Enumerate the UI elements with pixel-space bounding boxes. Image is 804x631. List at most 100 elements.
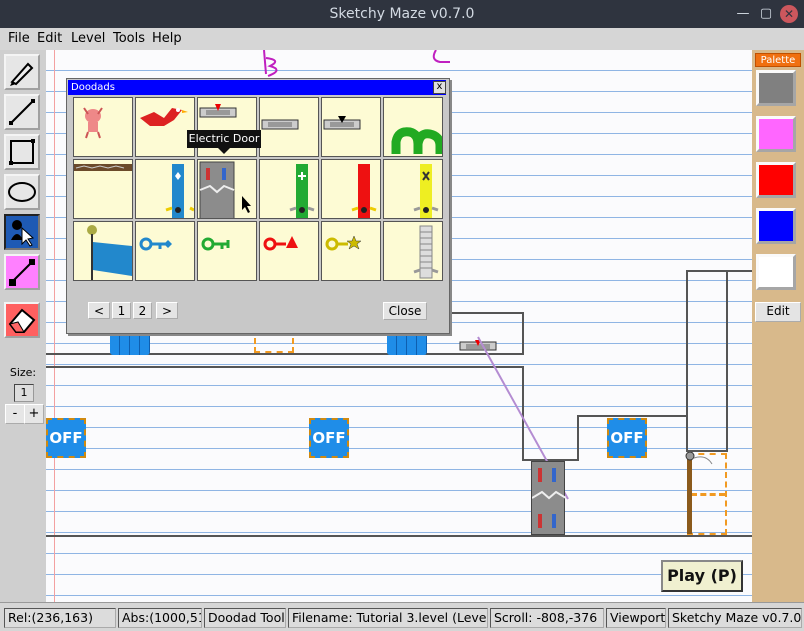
window-close-button[interactable]: ✕: [780, 5, 798, 23]
pencil-tool-button[interactable]: [4, 54, 40, 90]
electric-door-doodad[interactable]: [531, 461, 566, 535]
blue-key-doodad-tile[interactable]: [135, 221, 195, 281]
green-door-doodad-tile[interactable]: [259, 159, 319, 219]
blue-key-icon: [139, 237, 172, 251]
red-bird-icon: [140, 108, 188, 126]
red-key-icon: [263, 236, 298, 251]
swatch-white[interactable]: [756, 254, 796, 290]
sticky-button-doodad-tile[interactable]: [259, 97, 319, 157]
size-increase-button[interactable]: +: [24, 404, 44, 424]
menu-file[interactable]: File: [8, 31, 30, 46]
menu-bar: File Edit Level Tools Help: [0, 28, 804, 51]
menu-edit[interactable]: Edit: [37, 31, 62, 46]
brush-size-value: 1: [14, 384, 34, 402]
azulian-icon: [83, 107, 103, 139]
sticky-button-icon: [261, 119, 299, 130]
color-palette-panel: Palette Edit: [752, 50, 804, 602]
page-prev-button[interactable]: <: [88, 302, 110, 319]
gate-icon: [413, 225, 439, 279]
doodad-tool-button[interactable]: [4, 214, 40, 250]
trapdoor-doodad-tile[interactable]: [73, 159, 133, 219]
wall-segment: [577, 415, 687, 417]
off-block[interactable]: OFF: [607, 418, 647, 458]
page-2-button[interactable]: 2: [133, 302, 152, 319]
yellow-key-icon: [325, 235, 362, 251]
play-button[interactable]: Play (P): [661, 560, 743, 592]
status-viewport: Viewport:: [606, 608, 666, 628]
electric-door-icon: [199, 161, 251, 218]
red-locked-door-icon: [351, 164, 377, 218]
wall-segment: [726, 270, 728, 452]
yellow-key-doodad-tile[interactable]: [321, 221, 381, 281]
wall-segment: [577, 415, 579, 461]
line-tool-button[interactable]: [4, 94, 40, 130]
size-decrease-button[interactable]: -: [5, 404, 25, 424]
blue-door-doodad-tile[interactable]: [135, 159, 195, 219]
doodads-close-x-button[interactable]: x: [433, 81, 446, 94]
off-block[interactable]: OFF: [46, 418, 86, 458]
trapdoor-doodad[interactable]: [684, 452, 720, 536]
wall-segment: [728, 270, 752, 272]
doodads-window: Doodads x < 1 2 > Close: [66, 78, 450, 334]
doodads-title: Doodads: [68, 80, 446, 95]
menu-help[interactable]: Help: [152, 31, 182, 46]
blue-button-doodad-tile[interactable]: [321, 97, 381, 157]
eraser-icon: [8, 308, 36, 333]
swatch-pink[interactable]: [756, 116, 796, 152]
green-key-doodad-tile[interactable]: [197, 221, 257, 281]
doodad-tooltip: Electric Door: [187, 130, 261, 148]
bird-doodad-tile[interactable]: [135, 97, 195, 157]
off-block[interactable]: OFF: [309, 418, 349, 458]
yellow-door-doodad-tile[interactable]: [383, 159, 443, 219]
green-snake-doodad-tile[interactable]: [383, 97, 443, 157]
maximize-button[interactable]: ▢: [757, 5, 775, 23]
yellow-locked-door-icon: [413, 164, 439, 218]
blue-locked-door-icon: [165, 164, 194, 218]
eraser-tool-button[interactable]: [4, 302, 40, 338]
rectangle-icon: [9, 139, 35, 165]
doodad-cursor-icon: [11, 220, 35, 247]
swatch-blue[interactable]: [756, 208, 796, 244]
brush-size-label: Size:: [9, 366, 37, 379]
palette-title: Palette: [755, 53, 801, 67]
doodads-close-button[interactable]: Close: [383, 302, 427, 320]
wall-segment: [686, 270, 728, 272]
line-icon: [9, 99, 35, 125]
green-locked-door-icon: [289, 164, 315, 218]
ellipse-tool-button[interactable]: [4, 174, 40, 210]
page-next-button[interactable]: >: [156, 302, 178, 319]
exit-flag-doodad-tile[interactable]: [73, 221, 133, 281]
page-1-button[interactable]: 1: [112, 302, 131, 319]
pencil-icon: [10, 62, 34, 86]
tooltip-pointer: [218, 148, 230, 154]
pink-scribble-2: [432, 50, 450, 63]
status-filename: Filename: Tutorial 3.level (Level): [288, 608, 488, 628]
azulian-doodad-tile[interactable]: [73, 97, 133, 157]
wall-segment: [46, 366, 522, 368]
swatch-red[interactable]: [756, 162, 796, 198]
green-key-icon: [201, 237, 230, 251]
menu-level[interactable]: Level: [71, 31, 105, 46]
blue-button-icon: [323, 116, 361, 130]
palette-edit-button[interactable]: Edit: [755, 302, 801, 322]
status-relative-coords: Rel:(236,163): [4, 608, 116, 628]
pink-scribble: [263, 50, 278, 77]
floor-line: [46, 535, 752, 537]
gate-doodad-tile[interactable]: [383, 221, 443, 281]
red-key-doodad-tile[interactable]: [259, 221, 319, 281]
window-title: Sketchy Maze v0.7.0: [329, 6, 475, 22]
rectangle-tool-button[interactable]: [4, 134, 40, 170]
link-tool-button[interactable]: [4, 254, 40, 290]
swatch-gray[interactable]: [756, 70, 796, 106]
electric-door-doodad-tile[interactable]: [197, 159, 257, 219]
wall-segment: [446, 312, 524, 314]
status-scroll: Scroll: -808,-376: [490, 608, 604, 628]
notebook-margin-line: [54, 50, 55, 602]
green-snake-icon: [391, 127, 442, 154]
minimize-button[interactable]: —: [734, 5, 752, 23]
ellipse-icon: [8, 182, 36, 202]
status-version: Sketchy Maze v0.7.0 3: [668, 608, 802, 628]
red-door-doodad-tile[interactable]: [321, 159, 381, 219]
wall-segment: [686, 270, 688, 452]
menu-tools[interactable]: Tools: [113, 31, 145, 46]
